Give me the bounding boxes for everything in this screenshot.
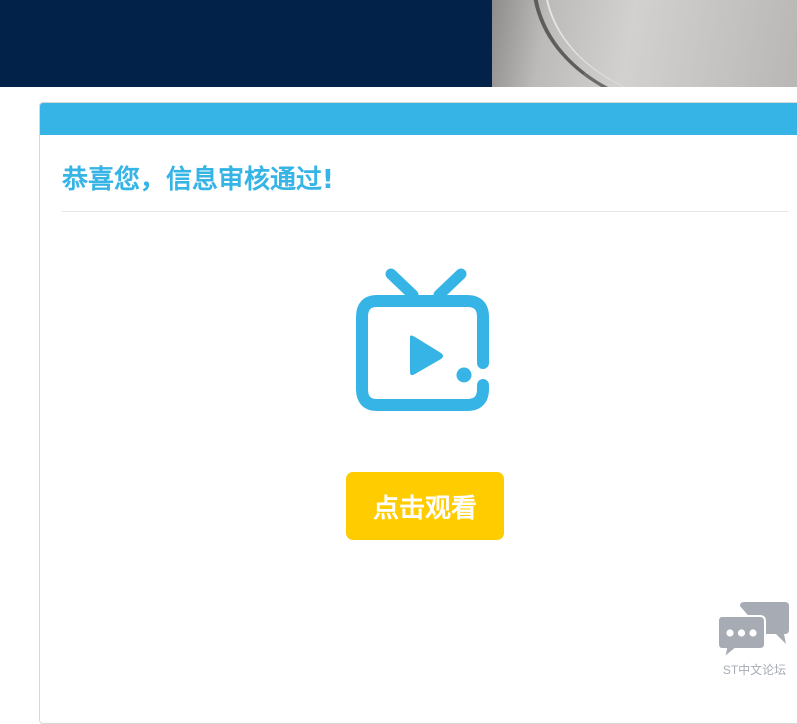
- divider: [62, 211, 788, 212]
- forum-widget[interactable]: ST中文论坛: [712, 600, 797, 685]
- tv-play-icon: [356, 268, 489, 411]
- card-header-bar: [40, 103, 797, 135]
- watch-button[interactable]: 点击观看: [346, 472, 504, 540]
- forum-label: ST中文论坛: [722, 663, 787, 677]
- result-card: 恭喜您，信息审核通过! 点击观看: [39, 102, 797, 724]
- banner-photo: [492, 0, 797, 87]
- top-banner: [0, 0, 797, 87]
- chat-bubbles-icon: [718, 602, 789, 658]
- success-title: 恭喜您，信息审核通过!: [62, 165, 334, 195]
